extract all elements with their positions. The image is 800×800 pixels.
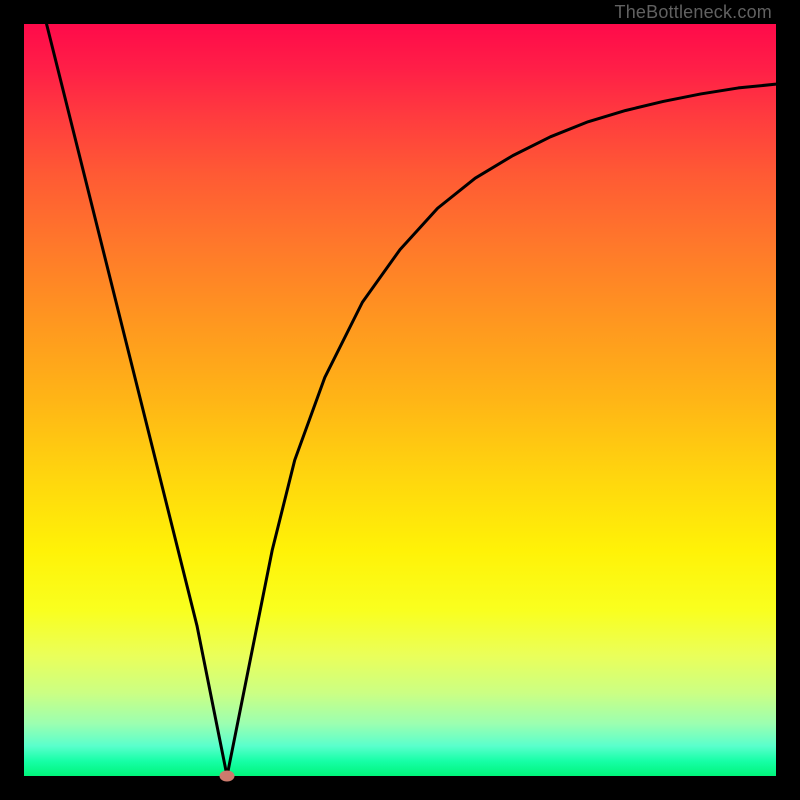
minimum-marker <box>220 771 235 782</box>
bottleneck-curve <box>39 24 776 776</box>
plot-area <box>24 24 776 776</box>
chart-frame: TheBottleneck.com <box>0 0 800 800</box>
attribution-text: TheBottleneck.com <box>615 2 772 23</box>
curve-layer <box>24 24 776 776</box>
